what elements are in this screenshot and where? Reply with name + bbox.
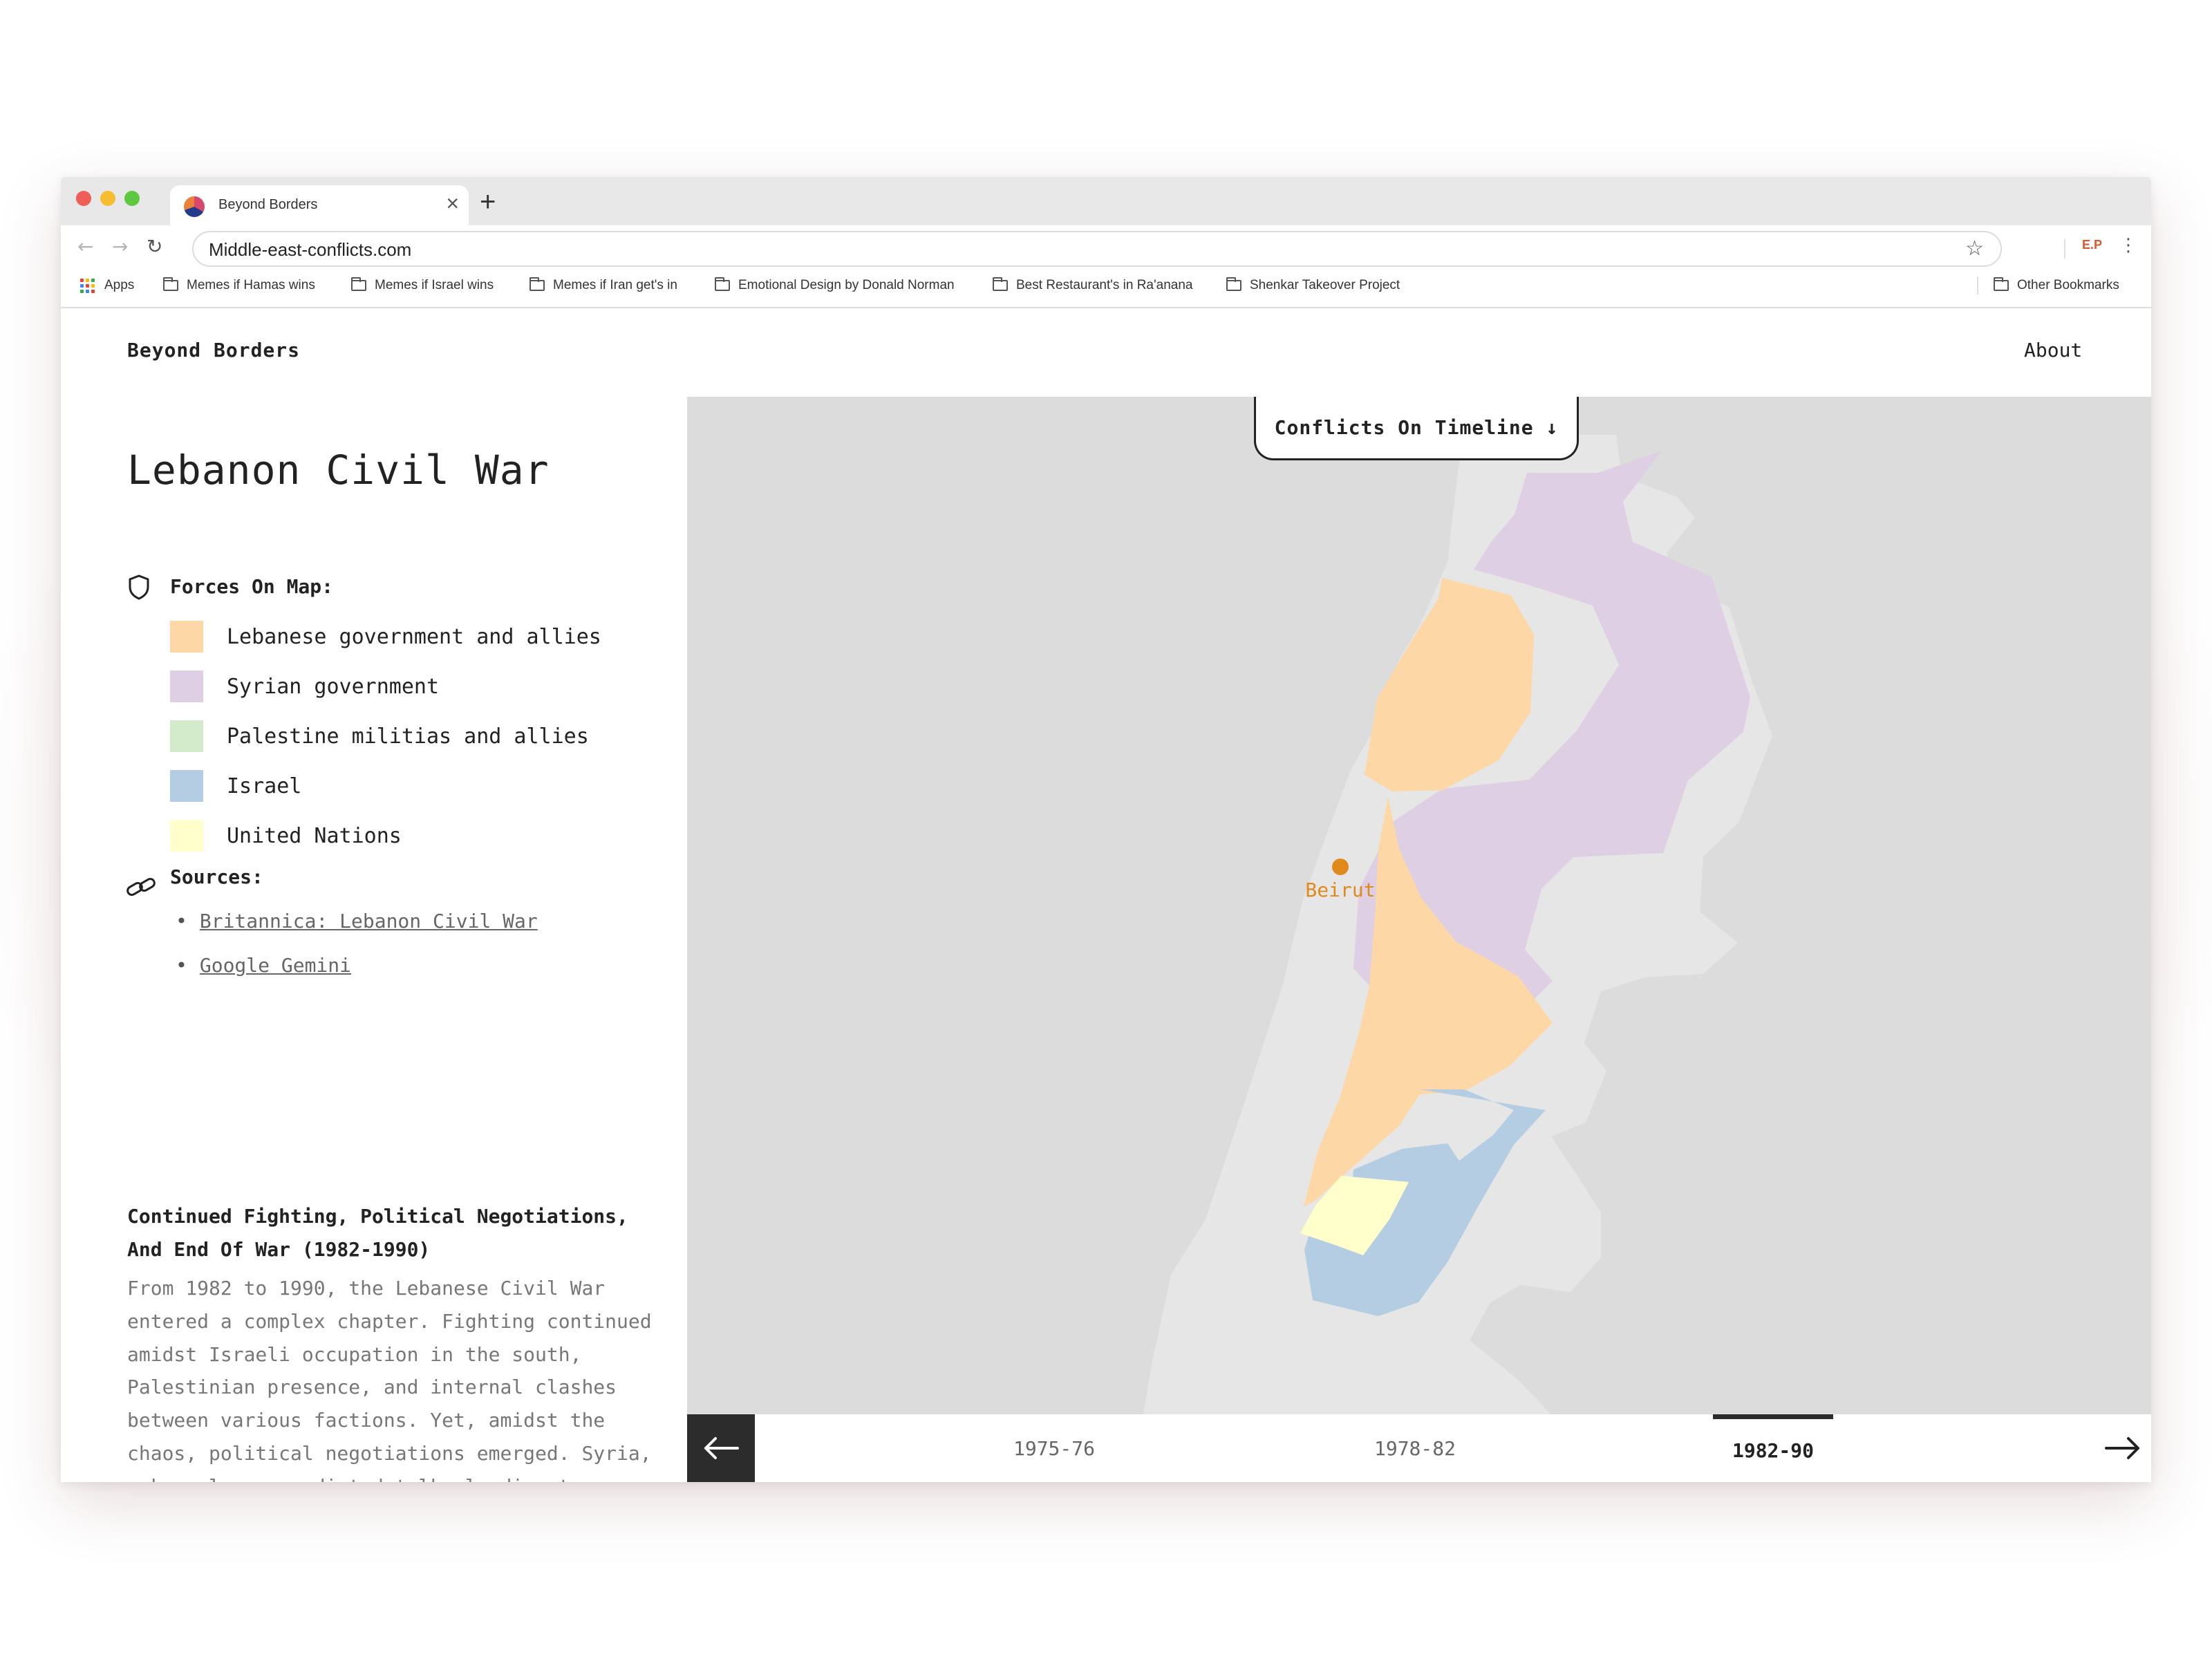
bookmark-folder[interactable]: Memes if Hamas wins — [163, 274, 315, 297]
new-tab-button[interactable]: + — [480, 188, 496, 216]
browser-window: Beyond Borders × + ← → ↻ Middle-east-con… — [61, 177, 2151, 1482]
folder-icon — [993, 277, 1008, 291]
bullet: • — [176, 910, 187, 932]
folder-icon — [715, 277, 730, 291]
legend-swatch — [170, 770, 203, 802]
previous-period-button[interactable] — [687, 1414, 755, 1482]
profile-avatar[interactable]: E.P — [2082, 238, 2102, 252]
legend-label: Syrian government — [227, 674, 440, 699]
about-link[interactable]: About — [2024, 339, 2082, 362]
source-item: • Britannica: Lebanon Civil War — [176, 910, 538, 932]
source-link[interactable]: Britannica: Lebanon Civil War — [200, 910, 538, 932]
arrow-left-icon — [704, 1437, 739, 1459]
conflict-map[interactable]: Beirut — [687, 397, 2151, 1414]
section-body: From 1982 to 1990, the Lebanese Civil Wa… — [127, 1277, 652, 1482]
legend-item: Palestine militias and allies — [170, 720, 589, 753]
close-window-button[interactable] — [76, 191, 91, 206]
address-url[interactable]: Middle-east-conflicts.com — [209, 239, 411, 261]
browser-tab[interactable]: Beyond Borders × — [170, 185, 469, 227]
source-item: • Google Gemini — [176, 954, 351, 977]
section-heading: Continued Fighting, Political Negotiatio… — [127, 1205, 628, 1261]
bookmark-folder[interactable]: Memes if Iran get's in — [529, 274, 677, 297]
folder-icon — [529, 277, 545, 291]
legend-label: Palestine militias and allies — [227, 724, 589, 749]
browser-toolbar: ← → ↻ Middle-east-conflicts.com ☆ E.P ⋮ … — [61, 225, 2151, 308]
bookmark-other[interactable]: Other Bookmarks — [1994, 274, 2119, 297]
apps-grid-icon — [80, 278, 95, 293]
timeline-period-active[interactable]: 1982-90 — [1713, 1414, 1833, 1482]
forces-heading: Forces On Map: — [170, 575, 334, 598]
bookmark-label: Apps — [104, 278, 135, 292]
legend-item: Syrian government — [170, 670, 439, 703]
bookmark-folder[interactable]: Emotional Design by Donald Norman — [715, 274, 955, 297]
toolbar-divider — [2064, 239, 2065, 259]
bookmark-folder[interactable]: Shenkar Takeover Project — [1226, 274, 1400, 297]
tab-title: Beyond Borders — [218, 197, 318, 212]
next-period-button[interactable] — [2094, 1414, 2151, 1482]
legend-swatch — [170, 621, 203, 653]
folder-icon — [163, 277, 178, 291]
timeline-period[interactable]: 1975-76 — [994, 1414, 1114, 1482]
source-link[interactable]: Google Gemini — [200, 954, 351, 977]
bookmark-folder[interactable]: Best Restaurant's in Ra'anana — [993, 274, 1192, 297]
site-brand[interactable]: Beyond Borders — [127, 339, 300, 362]
folder-icon — [351, 277, 366, 291]
sources-heading: Sources: — [170, 865, 263, 888]
bookmark-label: Memes if Israel wins — [375, 278, 494, 292]
legend-item: United Nations — [170, 819, 402, 852]
bookmark-apps[interactable]: Apps — [80, 274, 134, 297]
beirut-label: Beirut — [1305, 879, 1375, 901]
arrow-right-icon — [2105, 1437, 2139, 1459]
shield-icon — [129, 574, 149, 600]
beirut-marker[interactable] — [1332, 859, 1349, 875]
bookmark-label: Memes if Hamas wins — [187, 278, 315, 292]
legend-swatch — [170, 820, 203, 852]
site-header: Beyond Borders About — [61, 308, 2151, 397]
reload-icon[interactable]: ↻ — [147, 235, 162, 258]
bullet: • — [176, 954, 187, 977]
bookmarks-divider — [1977, 276, 1978, 294]
legend-label: Lebanese government and allies — [227, 624, 601, 649]
back-arrow-icon[interactable]: ← — [77, 235, 93, 258]
bookmark-label: Memes if Iran get's in — [553, 278, 677, 292]
minimize-window-button[interactable] — [100, 191, 115, 206]
timeline-bar: 1975-76 1978-82 1982-90 — [687, 1414, 2151, 1482]
legend-swatch — [170, 720, 203, 752]
link-icon — [126, 878, 156, 896]
bookmark-label: Other Bookmarks — [2017, 278, 2119, 292]
timeline-period[interactable]: 1978-82 — [1355, 1414, 1475, 1482]
tab-close-icon[interactable]: × — [446, 192, 459, 214]
bookmark-folder[interactable]: Memes if Israel wins — [351, 274, 494, 297]
folder-icon — [1994, 277, 2009, 291]
bookmark-label: Emotional Design by Donald Norman — [738, 278, 955, 292]
conflicts-timeline-button[interactable]: Conflicts On Timeline ↓ — [1254, 397, 1579, 460]
address-bar[interactable]: Middle-east-conflicts.com ☆ — [192, 231, 2002, 267]
bookmark-label: Best Restaurant's in Ra'anana — [1016, 278, 1193, 292]
maximize-window-button[interactable] — [124, 191, 140, 206]
lebanon-map: Beirut — [1143, 435, 1772, 1414]
legend-label: United Nations — [227, 823, 402, 848]
forward-arrow-icon[interactable]: → — [112, 235, 128, 258]
page-title: Lebanon Civil War — [127, 447, 550, 494]
bookmark-label: Shenkar Takeover Project — [1250, 278, 1400, 292]
legend-label: Israel — [227, 774, 302, 798]
legend-item: Israel — [170, 769, 301, 803]
browser-menu-icon[interactable]: ⋮ — [2119, 235, 2137, 256]
legend-item: Lebanese government and allies — [170, 620, 601, 653]
bookmark-star-icon[interactable]: ☆ — [1965, 236, 1984, 261]
site-favicon-icon — [184, 196, 205, 217]
legend-swatch — [170, 671, 203, 702]
tab-strip: Beyond Borders × + — [61, 177, 2151, 227]
info-sidebar[interactable]: Lebanon Civil War Forces On Map: Lebanes… — [61, 397, 689, 1482]
folder-icon — [1226, 277, 1241, 291]
